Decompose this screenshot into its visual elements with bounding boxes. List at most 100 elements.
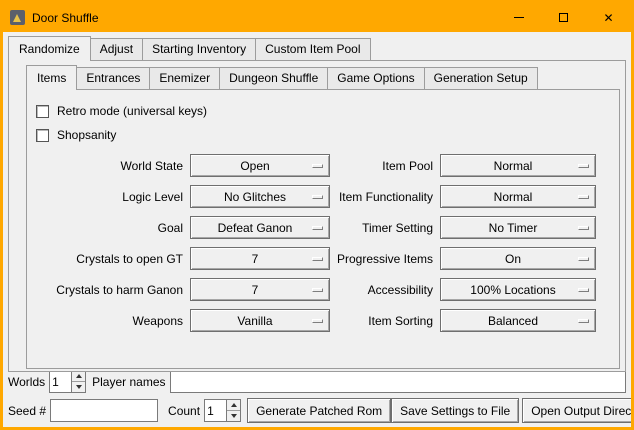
close-button[interactable]: ✕	[586, 3, 631, 32]
progressive-items-dropdown[interactable]: On	[440, 247, 596, 270]
logic-level-label: Logic Level	[35, 185, 185, 208]
goal-label: Goal	[35, 216, 185, 239]
worlds-decrement-button[interactable]	[72, 381, 85, 392]
tab-enemizer[interactable]: Enemizer	[149, 67, 220, 89]
seed-row: Seed # Count Generate Patched Rom Save S…	[8, 398, 626, 423]
tab-items[interactable]: Items	[26, 65, 77, 90]
weapons-value: Vanilla	[237, 314, 282, 328]
crystals-open-gt-dropdown[interactable]: 7	[190, 247, 330, 270]
worlds-stepper	[49, 370, 86, 393]
app-icon	[10, 10, 25, 25]
timer-setting-label: Timer Setting	[335, 216, 435, 239]
crystals-harm-ganon-dropdown[interactable]: 7	[190, 278, 330, 301]
player-names-label: Player names	[92, 375, 165, 389]
accessibility-dropdown[interactable]: 100% Locations	[440, 278, 596, 301]
crystals-harm-ganon-value: 7	[252, 283, 269, 297]
open-output-directory-button[interactable]: Open Output Directory	[522, 398, 634, 423]
tab-starting-inventory[interactable]: Starting Inventory	[142, 38, 256, 60]
retro-mode-row[interactable]: Retro mode (universal keys)	[36, 100, 611, 122]
progressive-items-value: On	[505, 252, 531, 266]
tab-custom-item-pool[interactable]: Custom Item Pool	[255, 38, 370, 60]
weapons-label: Weapons	[35, 309, 185, 332]
dropdown-indicator-icon	[312, 226, 323, 230]
minimize-icon	[514, 17, 524, 18]
dropdown-indicator-icon	[312, 288, 323, 292]
accessibility-value: 100% Locations	[470, 283, 565, 297]
retro-mode-label: Retro mode (universal keys)	[57, 104, 207, 118]
retro-mode-checkbox[interactable]	[36, 105, 49, 118]
item-pool-dropdown[interactable]: Normal	[440, 154, 596, 177]
tab-dungeon-shuffle[interactable]: Dungeon Shuffle	[219, 67, 328, 89]
count-increment-button[interactable]	[227, 400, 240, 410]
arrow-down-icon	[76, 385, 82, 389]
outer-notebook: Randomize Adjust Starting Inventory Cust…	[8, 35, 626, 372]
count-stepper	[204, 399, 241, 422]
timer-setting-value: No Timer	[489, 221, 548, 235]
save-settings-button[interactable]: Save Settings to File	[391, 398, 519, 423]
count-arrows	[226, 400, 240, 421]
dropdown-indicator-icon	[578, 164, 589, 168]
world-state-label: World State	[35, 154, 185, 177]
progressive-items-label: Progressive Items	[335, 247, 435, 270]
window-title: Door Shuffle	[32, 11, 99, 25]
tab-entrances[interactable]: Entrances	[76, 67, 150, 89]
logic-level-dropdown[interactable]: No Glitches	[190, 185, 330, 208]
count-input[interactable]	[205, 400, 226, 421]
count-label: Count	[168, 404, 200, 418]
shopsanity-checkbox[interactable]	[36, 129, 49, 142]
item-functionality-dropdown[interactable]: Normal	[440, 185, 596, 208]
seed-input[interactable]	[50, 399, 158, 422]
arrow-up-icon	[76, 374, 82, 378]
options-grid: World State Open Item Pool Normal Logic …	[35, 154, 611, 332]
titlebar[interactable]: Door Shuffle ✕	[3, 3, 631, 32]
worlds-arrows	[71, 371, 85, 392]
tab-adjust[interactable]: Adjust	[90, 38, 143, 60]
window-controls: ✕	[496, 3, 631, 32]
dropdown-indicator-icon	[578, 319, 589, 323]
arrow-down-icon	[231, 414, 237, 418]
world-state-dropdown[interactable]: Open	[190, 154, 330, 177]
close-icon: ✕	[603, 12, 613, 24]
maximize-button[interactable]	[541, 3, 586, 32]
items-panel: Retro mode (universal keys) Shopsanity W…	[26, 89, 620, 369]
accessibility-label: Accessibility	[335, 278, 435, 301]
randomize-panel: Items Entrances Enemizer Dungeon Shuffle…	[8, 60, 626, 372]
count-decrement-button[interactable]	[227, 410, 240, 421]
weapons-dropdown[interactable]: Vanilla	[190, 309, 330, 332]
dropdown-indicator-icon	[312, 195, 323, 199]
crystals-open-gt-value: 7	[252, 252, 269, 266]
dropdown-indicator-icon	[578, 195, 589, 199]
dropdown-indicator-icon	[578, 288, 589, 292]
worlds-increment-button[interactable]	[72, 371, 85, 381]
seed-label: Seed #	[8, 404, 46, 418]
worlds-row: Worlds Player names	[8, 369, 626, 394]
item-pool-value: Normal	[494, 159, 543, 173]
timer-setting-dropdown[interactable]: No Timer	[440, 216, 596, 239]
worlds-input[interactable]	[50, 371, 71, 392]
shopsanity-row[interactable]: Shopsanity	[36, 124, 611, 146]
shopsanity-label: Shopsanity	[57, 128, 116, 142]
outer-tab-row: Randomize Adjust Starting Inventory Cust…	[8, 35, 626, 60]
inner-tab-row: Items Entrances Enemizer Dungeon Shuffle…	[26, 64, 620, 89]
tab-generation-setup[interactable]: Generation Setup	[424, 67, 538, 89]
crystals-harm-ganon-label: Crystals to harm Ganon	[35, 278, 185, 301]
dropdown-indicator-icon	[578, 226, 589, 230]
tab-game-options[interactable]: Game Options	[327, 67, 424, 89]
generate-patched-rom-button[interactable]: Generate Patched Rom	[247, 398, 391, 423]
logic-level-value: No Glitches	[224, 190, 296, 204]
maximize-icon	[559, 13, 568, 22]
minimize-button[interactable]	[496, 3, 541, 32]
crystals-open-gt-label: Crystals to open GT	[35, 247, 185, 270]
goal-dropdown[interactable]: Defeat Ganon	[190, 216, 330, 239]
player-names-input[interactable]	[170, 370, 627, 393]
bottom-controls: Worlds Player names Seed # Count	[8, 369, 626, 423]
dropdown-indicator-icon	[578, 257, 589, 261]
goal-value: Defeat Ganon	[218, 221, 303, 235]
world-state-value: Open	[240, 159, 279, 173]
dropdown-indicator-icon	[312, 257, 323, 261]
item-sorting-dropdown[interactable]: Balanced	[440, 309, 596, 332]
tab-randomize[interactable]: Randomize	[8, 36, 91, 61]
arrow-up-icon	[231, 403, 237, 407]
item-functionality-label: Item Functionality	[335, 185, 435, 208]
door-shuffle-window: Door Shuffle ✕ Randomize Adjust Starting…	[0, 0, 634, 430]
